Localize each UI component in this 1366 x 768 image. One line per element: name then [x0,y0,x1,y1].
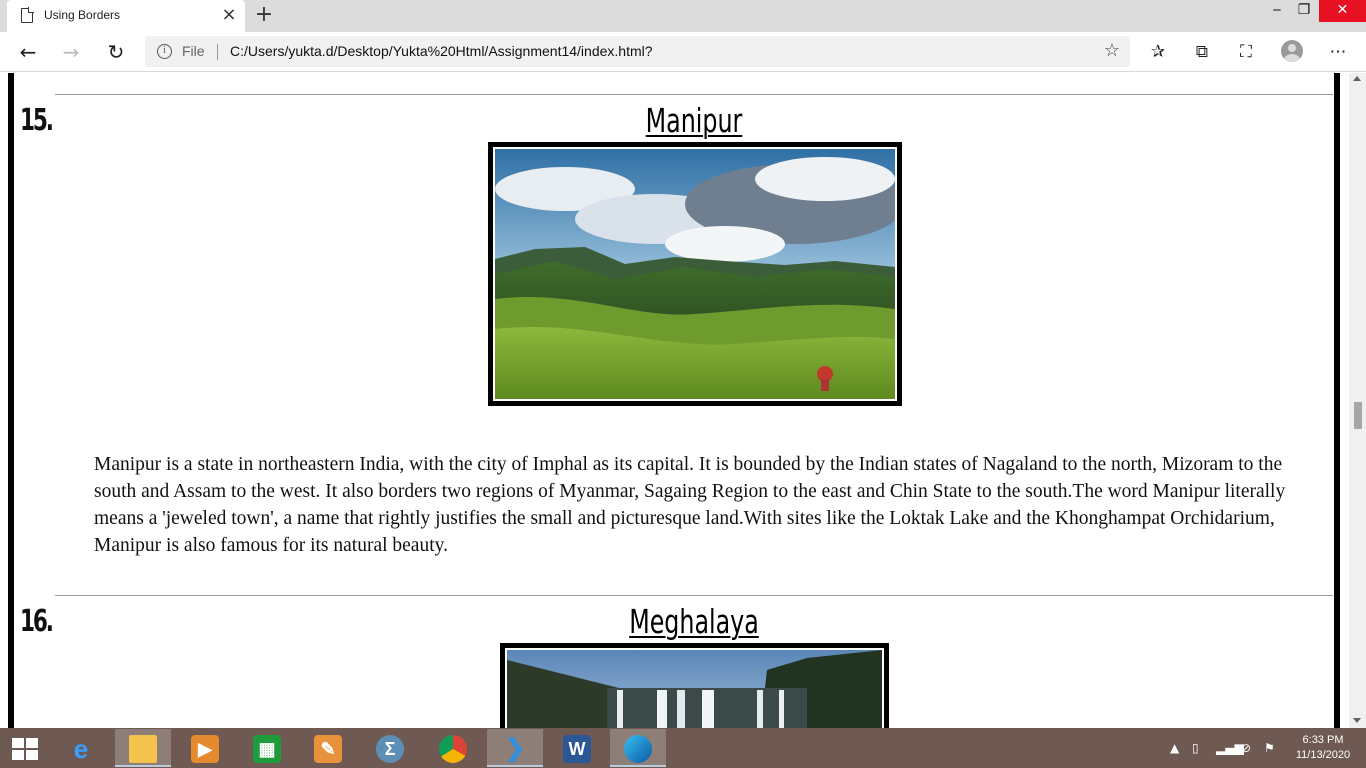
network-icon[interactable]: ▂▄▆ [1216,741,1244,755]
tab-title: Using Borders [44,8,121,22]
chrome-icon[interactable] [425,729,481,767]
address-separator [217,44,218,60]
tray-overflow-icon[interactable]: ▲ [1170,741,1179,755]
system-clock[interactable]: 6:33 PM 11/13/2020 [1290,733,1356,763]
edge-icon[interactable] [610,729,666,767]
visual-studio-code-icon[interactable]: ❯ [487,729,543,767]
page-border-right [1334,73,1340,728]
tab-using-borders[interactable]: Using Borders × [7,0,245,32]
section-description: Manipur is a state in northeastern India… [94,454,1286,556]
section-divider [55,595,1333,596]
internet-explorer-icon[interactable]: e [53,729,109,767]
new-tab-button[interactable]: + [252,3,276,27]
paint-icon[interactable]: ✎ [300,729,356,767]
add-favorite-icon[interactable]: ☆ [1104,40,1120,61]
favorites-icon[interactable]: ✰ [1146,40,1170,64]
windows-taskbar: e ▶ ▦ ✎ Σ ❯ W ▲ ▯ ▂▄▆ ⊘ ⚑ 6:33 PM 11/13/… [0,728,1366,768]
manipur-landscape-illustration [495,149,895,399]
close-window-button[interactable]: ✕ [1319,0,1366,22]
vertical-scrollbar[interactable] [1349,73,1366,728]
browser-titlebar: Using Borders × + ‒ ❐ ✕ [0,0,1366,32]
store-icon[interactable]: ▦ [239,729,295,767]
profile-icon[interactable] [1281,40,1303,62]
math-input-icon[interactable]: Σ [362,729,418,767]
scheme-label: File [182,43,205,59]
page-viewport: 15. Manipur Manipur is a state in northe… [0,73,1349,728]
collections-icon[interactable]: ⧉ [1190,40,1214,64]
reload-button[interactable]: ↻ [102,38,130,66]
read-aloud-icon[interactable]: ⛶ [1234,40,1258,64]
section-title: Manipur [645,101,743,140]
tab-close-icon[interactable]: × [219,5,239,25]
battery-icon[interactable]: ▯ [1192,741,1199,755]
clock-date: 11/13/2020 [1295,749,1351,761]
word-icon[interactable]: W [549,729,605,767]
file-explorer-icon[interactable] [115,729,171,767]
url-text[interactable]: C:/Users/yukta.d/Desktop/Yukta%20Html/As… [230,43,653,59]
meghalaya-image [500,643,889,728]
volume-muted-icon[interactable]: ⊘ [1241,741,1251,755]
clock-time: 6:33 PM [1302,734,1344,746]
scroll-down-arrow-icon[interactable] [1353,718,1361,723]
more-icon[interactable]: ⋯ [1326,40,1350,64]
navigation-bar: ← → ↻ i File C:/Users/yukta.d/Desktop/Yu… [0,32,1366,72]
back-button[interactable]: ← [14,38,42,66]
section-number: 15. [20,103,54,138]
page-border-left [8,73,14,728]
scroll-thumb[interactable] [1354,402,1362,429]
manipur-image [488,142,902,406]
action-center-flag-icon[interactable]: ⚑ [1264,741,1275,755]
restore-button[interactable]: ❐ [1284,0,1324,22]
meghalaya-waterfall-illustration [507,650,882,728]
start-button[interactable] [12,738,38,760]
section-divider [55,94,1333,95]
page-icon [21,7,34,23]
section-title: Meghalaya [629,602,759,641]
media-player-icon[interactable]: ▶ [177,729,233,767]
address-bar[interactable]: i File C:/Users/yukta.d/Desktop/Yukta%20… [145,36,1130,67]
section-number: 16. [20,604,54,639]
info-icon[interactable]: i [157,44,172,59]
forward-button[interactable]: → [57,38,85,66]
scroll-up-arrow-icon[interactable] [1353,76,1361,81]
